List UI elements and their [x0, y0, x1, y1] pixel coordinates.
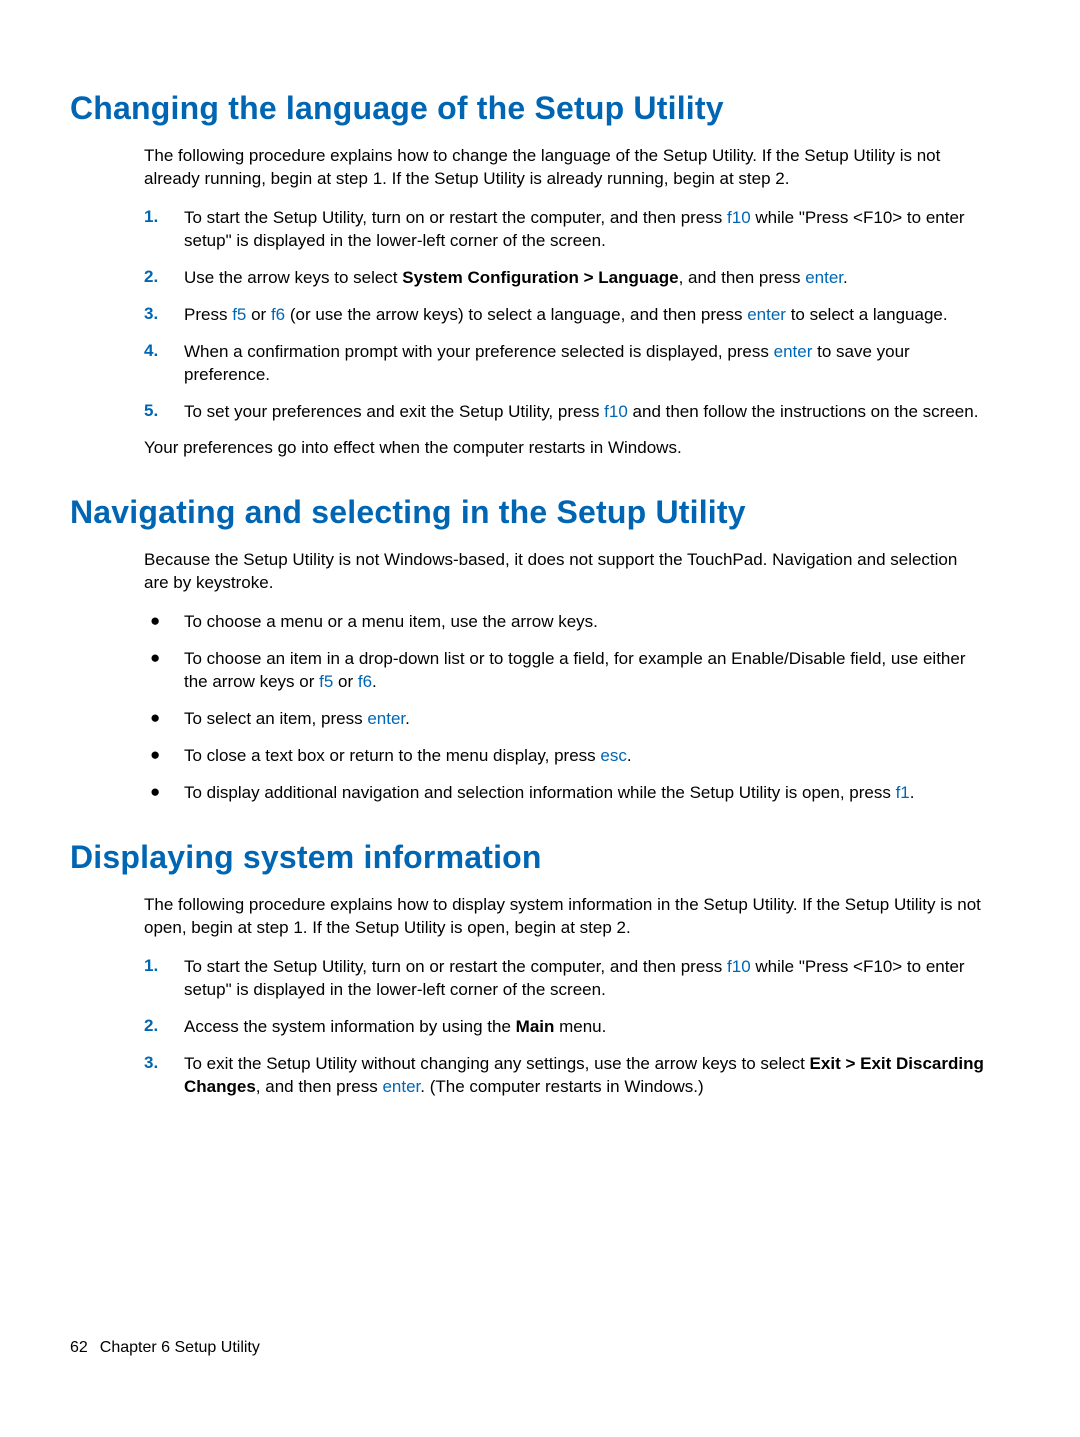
key-f5: f5 — [232, 305, 246, 324]
key-f5: f5 — [319, 672, 333, 691]
intro-para: The following procedure explains how to … — [144, 145, 986, 191]
section3-body: The following procedure explains how to … — [144, 894, 986, 1099]
bullet-text: To choose an item in a drop-down list or… — [184, 648, 986, 694]
key-enter: enter — [805, 268, 843, 287]
list-number: 1. — [144, 207, 184, 253]
step-1: 1. To start the Setup Utility, turn on o… — [144, 207, 986, 253]
chapter-label: Chapter 6 Setup Utility — [100, 1339, 260, 1356]
step-3: 3. Press f5 or f6 (or use the arrow keys… — [144, 304, 986, 327]
step-text: When a confirmation prompt with your pre… — [184, 341, 986, 387]
step-2: 2. Access the system information by usin… — [144, 1016, 986, 1039]
bullet-icon: ● — [144, 708, 184, 731]
step-2: 2. Use the arrow keys to select System C… — [144, 267, 986, 290]
key-enter: enter — [367, 709, 405, 728]
bullet-item: ● To choose a menu or a menu item, use t… — [144, 611, 986, 634]
list-number: 3. — [144, 304, 184, 327]
section1-body: The following procedure explains how to … — [144, 145, 986, 460]
step-1: 1. To start the Setup Utility, turn on o… — [144, 956, 986, 1002]
list-number: 1. — [144, 956, 184, 1002]
bullet-text: To display additional navigation and sel… — [184, 782, 986, 805]
section2-body: Because the Setup Utility is not Windows… — [144, 549, 986, 805]
intro-para: Because the Setup Utility is not Windows… — [144, 549, 986, 595]
heading-navigating: Navigating and selecting in the Setup Ut… — [70, 494, 996, 531]
bullet-item: ● To select an item, press enter. — [144, 708, 986, 731]
page-footer: 62 Chapter 6 Setup Utility — [70, 1339, 260, 1357]
step-text: To set your preferences and exit the Set… — [184, 401, 986, 424]
step-text: Press f5 or f6 (or use the arrow keys) t… — [184, 304, 986, 327]
step-3: 3. To exit the Setup Utility without cha… — [144, 1053, 986, 1099]
ordered-list: 1. To start the Setup Utility, turn on o… — [144, 956, 986, 1099]
key-f1: f1 — [896, 783, 910, 802]
step-4: 4. When a confirmation prompt with your … — [144, 341, 986, 387]
bullet-item: ● To display additional navigation and s… — [144, 782, 986, 805]
bullet-list: ● To choose a menu or a menu item, use t… — [144, 611, 986, 805]
list-number: 2. — [144, 267, 184, 290]
list-number: 3. — [144, 1053, 184, 1099]
step-text: To start the Setup Utility, turn on or r… — [184, 207, 986, 253]
key-f6: f6 — [358, 672, 372, 691]
bullet-item: ● To close a text box or return to the m… — [144, 745, 986, 768]
list-number: 4. — [144, 341, 184, 387]
outro-para: Your preferences go into effect when the… — [144, 437, 986, 460]
document-page: Changing the language of the Setup Utili… — [0, 0, 1080, 1172]
list-number: 2. — [144, 1016, 184, 1039]
key-f6: f6 — [271, 305, 285, 324]
heading-displaying-system-info: Displaying system information — [70, 839, 996, 876]
key-f10: f10 — [727, 957, 751, 976]
bullet-icon: ● — [144, 648, 184, 694]
bullet-item: ● To choose an item in a drop-down list … — [144, 648, 986, 694]
step-text: Use the arrow keys to select System Conf… — [184, 267, 986, 290]
key-f10: f10 — [604, 402, 628, 421]
ordered-list: 1. To start the Setup Utility, turn on o… — [144, 207, 986, 424]
step-text: Access the system information by using t… — [184, 1016, 986, 1039]
key-enter: enter — [747, 305, 786, 324]
list-number: 5. — [144, 401, 184, 424]
bullet-icon: ● — [144, 782, 184, 805]
key-esc: esc — [600, 746, 626, 765]
bullet-icon: ● — [144, 611, 184, 634]
page-number: 62 — [70, 1339, 88, 1356]
key-enter: enter — [774, 342, 813, 361]
key-enter: enter — [382, 1077, 420, 1096]
bullet-text: To choose a menu or a menu item, use the… — [184, 611, 986, 634]
bullet-icon: ● — [144, 745, 184, 768]
key-f10: f10 — [727, 208, 751, 227]
bullet-text: To close a text box or return to the men… — [184, 745, 986, 768]
step-text: To exit the Setup Utility without changi… — [184, 1053, 986, 1099]
intro-para: The following procedure explains how to … — [144, 894, 986, 940]
step-5: 5. To set your preferences and exit the … — [144, 401, 986, 424]
step-text: To start the Setup Utility, turn on or r… — [184, 956, 986, 1002]
heading-changing-language: Changing the language of the Setup Utili… — [70, 90, 996, 127]
bullet-text: To select an item, press enter. — [184, 708, 986, 731]
